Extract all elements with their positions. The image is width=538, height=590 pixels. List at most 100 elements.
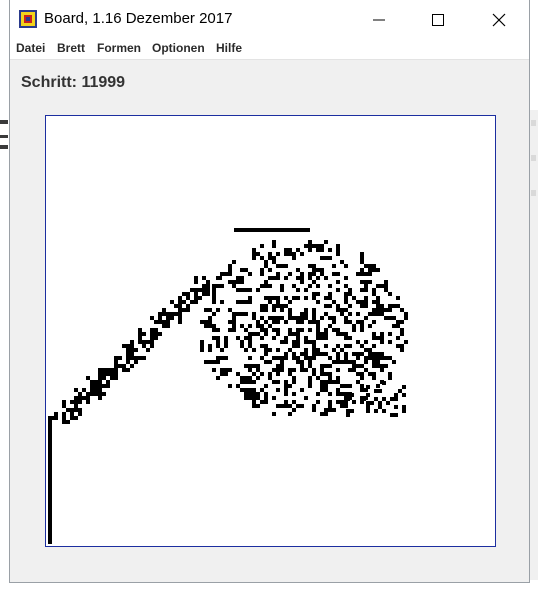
live-cell bbox=[90, 388, 94, 392]
live-cell bbox=[272, 368, 276, 372]
live-cell bbox=[70, 412, 74, 416]
live-cell bbox=[48, 500, 52, 504]
live-cell bbox=[312, 308, 316, 312]
live-cell bbox=[312, 368, 316, 372]
live-cell bbox=[312, 340, 316, 344]
live-cell bbox=[248, 388, 252, 392]
game-board[interactable] bbox=[45, 115, 496, 547]
menu-formen[interactable]: Formen bbox=[97, 41, 141, 55]
live-cell bbox=[336, 388, 340, 392]
live-cell bbox=[292, 340, 296, 344]
live-cell bbox=[48, 508, 52, 512]
live-cell bbox=[62, 400, 66, 404]
live-cell bbox=[208, 320, 212, 324]
live-cell bbox=[138, 336, 142, 340]
live-cell bbox=[336, 244, 340, 248]
live-cell bbox=[368, 280, 372, 284]
live-cell bbox=[400, 308, 404, 312]
live-cell bbox=[340, 312, 344, 316]
live-cell bbox=[48, 440, 52, 444]
live-cell bbox=[276, 368, 280, 372]
live-cell bbox=[170, 300, 174, 304]
live-cell bbox=[324, 304, 328, 308]
live-cell bbox=[240, 340, 244, 344]
live-cell bbox=[402, 393, 406, 397]
live-cell bbox=[216, 340, 220, 344]
live-cell bbox=[370, 401, 374, 405]
live-cell bbox=[204, 320, 208, 324]
live-cell bbox=[332, 316, 336, 320]
live-cell bbox=[376, 284, 380, 288]
live-cell bbox=[252, 252, 256, 256]
live-cell bbox=[324, 336, 328, 340]
live-cell bbox=[206, 288, 210, 292]
live-cell bbox=[106, 380, 110, 384]
live-cell bbox=[236, 288, 240, 292]
live-cell bbox=[186, 308, 190, 312]
menu-brett[interactable]: Brett bbox=[57, 41, 85, 55]
menu-optionen[interactable]: Optionen bbox=[152, 41, 205, 55]
live-cell bbox=[122, 344, 126, 348]
live-cell bbox=[216, 328, 220, 332]
live-cell bbox=[178, 320, 182, 324]
live-cell bbox=[126, 344, 130, 348]
live-cell bbox=[262, 228, 266, 232]
maximize-button[interactable] bbox=[415, 0, 461, 38]
live-cell bbox=[224, 272, 228, 276]
live-cell bbox=[212, 360, 216, 364]
live-cell bbox=[106, 384, 110, 388]
live-cell bbox=[372, 264, 376, 268]
live-cell bbox=[134, 360, 138, 364]
live-cell bbox=[336, 252, 340, 256]
live-cell bbox=[316, 276, 320, 280]
title-bar[interactable]: Board, 1.16 Dezember 2017 bbox=[10, 0, 529, 38]
live-cell bbox=[348, 336, 352, 340]
live-cell bbox=[260, 356, 264, 360]
live-cell bbox=[348, 384, 352, 388]
live-cell bbox=[382, 381, 386, 385]
live-cell bbox=[368, 356, 372, 360]
live-cell bbox=[356, 312, 360, 316]
live-cell bbox=[174, 304, 178, 308]
live-cell bbox=[296, 344, 300, 348]
close-button[interactable] bbox=[476, 0, 522, 38]
live-cell bbox=[272, 296, 276, 300]
menu-datei[interactable]: Datei bbox=[16, 41, 45, 55]
live-cell bbox=[268, 324, 272, 328]
live-cell bbox=[328, 356, 332, 360]
live-cell bbox=[364, 300, 368, 304]
live-cell bbox=[288, 300, 292, 304]
live-cell bbox=[400, 320, 404, 324]
live-cell bbox=[300, 364, 304, 368]
live-cell bbox=[352, 360, 356, 364]
live-cell bbox=[284, 352, 288, 356]
live-cell bbox=[356, 356, 360, 360]
live-cell bbox=[300, 352, 304, 356]
live-cell bbox=[324, 296, 328, 300]
live-cell bbox=[288, 332, 292, 336]
live-cell bbox=[224, 356, 228, 360]
live-cell bbox=[264, 384, 268, 388]
live-cell bbox=[202, 284, 206, 288]
live-cell bbox=[278, 228, 282, 232]
menu-hilfe[interactable]: Hilfe bbox=[216, 41, 242, 55]
live-cell bbox=[304, 288, 308, 292]
java-app-icon[interactable] bbox=[19, 10, 37, 28]
live-cell bbox=[296, 268, 300, 272]
live-cell bbox=[394, 397, 398, 401]
live-cell bbox=[380, 364, 384, 368]
live-cell bbox=[402, 409, 406, 413]
minimize-button[interactable] bbox=[356, 0, 402, 38]
live-cell bbox=[320, 336, 324, 340]
live-cell bbox=[276, 328, 280, 332]
live-cell bbox=[166, 324, 170, 328]
live-cell bbox=[320, 244, 324, 248]
live-cell bbox=[252, 316, 256, 320]
live-cell bbox=[372, 372, 376, 376]
live-cell bbox=[212, 292, 216, 296]
live-cell bbox=[352, 328, 356, 332]
live-cell bbox=[248, 364, 252, 368]
live-cell bbox=[98, 376, 102, 380]
live-cell bbox=[400, 348, 404, 352]
live-cell bbox=[348, 304, 352, 308]
